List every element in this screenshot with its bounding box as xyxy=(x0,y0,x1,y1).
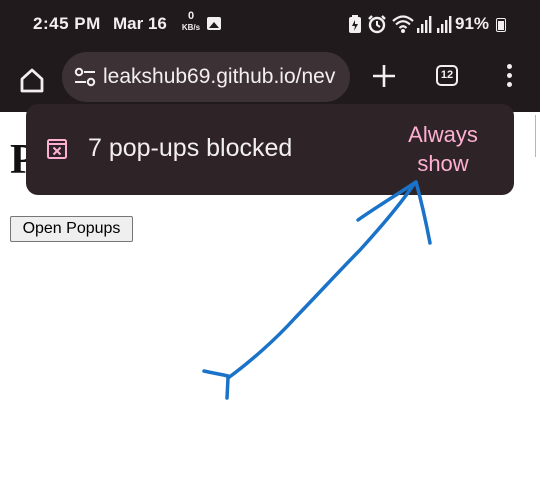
tab-switcher-icon[interactable]: 12 xyxy=(436,65,458,86)
more-vert-icon[interactable] xyxy=(502,64,516,90)
signal-icon xyxy=(437,16,452,33)
always-show-button[interactable]: Always show xyxy=(388,120,498,178)
omnibox[interactable]: leakshub69.github.io/nev xyxy=(62,52,350,102)
popup-blocked-bar: 7 pop-ups blocked Always show xyxy=(26,104,514,195)
battery-icon xyxy=(496,18,506,32)
home-icon[interactable] xyxy=(17,65,47,95)
tune-icon[interactable] xyxy=(74,67,96,87)
browser-toolbar: leakshub69.github.io/nev 12 xyxy=(0,50,540,112)
url-text[interactable]: leakshub69.github.io/nev xyxy=(103,65,335,89)
arrow-shaft xyxy=(226,182,416,380)
popup-blocked-icon xyxy=(47,139,67,159)
plus-icon[interactable] xyxy=(370,62,398,90)
battery-percent: 91% xyxy=(455,14,490,33)
always-show-line2[interactable]: show xyxy=(388,149,498,178)
wifi-icon xyxy=(392,15,414,33)
signal-icon xyxy=(417,16,432,33)
status-date: Mar 16 xyxy=(113,14,167,33)
net-speed-unit: KB/s xyxy=(181,23,201,32)
status-bar: 2:45 PM Mar 16 0 KB/s 91% xyxy=(0,0,540,50)
always-show-line1[interactable]: Always xyxy=(388,120,498,149)
net-speed-value: 0 xyxy=(187,10,195,22)
arrow-tail-cap xyxy=(202,369,230,378)
arrow-tail-stem xyxy=(225,376,230,400)
status-time: 2:45 PM xyxy=(33,14,101,33)
gallery-icon xyxy=(207,17,221,30)
battery-saver-icon xyxy=(349,15,361,33)
popup-blocked-message: 7 pop-ups blocked xyxy=(88,134,293,162)
page-edge-mark xyxy=(535,115,540,157)
open-popups-button[interactable]: Open Popups xyxy=(10,216,133,242)
alarm-icon xyxy=(368,15,386,34)
net-speed-indicator: 0 KB/s xyxy=(180,11,202,33)
